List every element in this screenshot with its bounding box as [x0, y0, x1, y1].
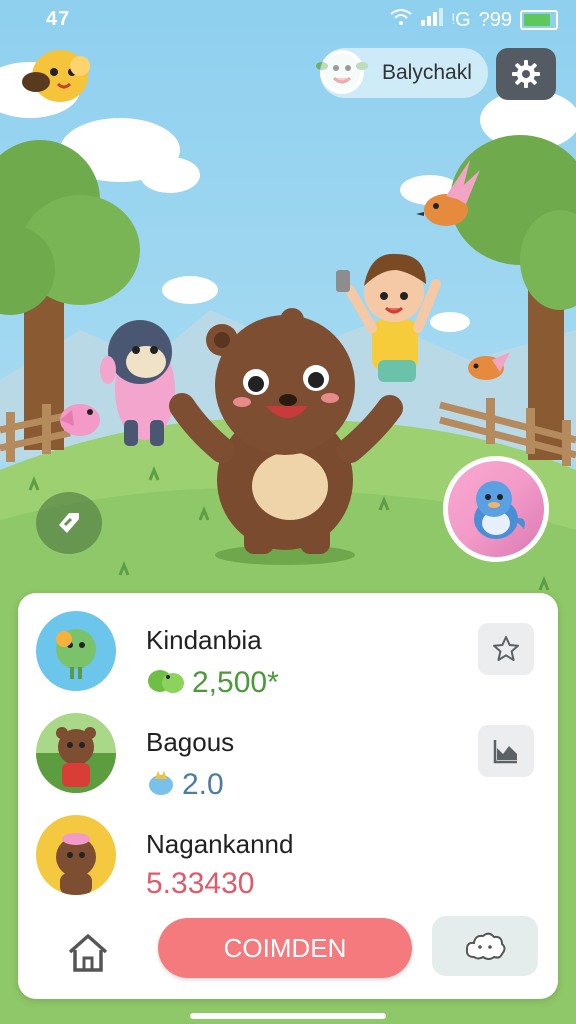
home-icon	[68, 934, 108, 972]
friend-value: 5.33430	[146, 867, 254, 901]
avatar	[36, 815, 116, 895]
avatar	[36, 611, 116, 691]
friend-value-text: 2,500*	[192, 666, 279, 699]
status-bar: 47 ᵎG ?99	[0, 0, 576, 40]
avatar	[36, 713, 116, 793]
signal-icon	[420, 8, 444, 32]
gear-icon	[512, 60, 540, 88]
profile-name: Balychakl	[382, 61, 472, 84]
settings-button[interactable]	[496, 48, 556, 100]
shortcut-button[interactable]	[36, 492, 102, 554]
friend-value-text: 2.0	[182, 768, 224, 801]
friend-value: 2,500*	[146, 663, 279, 703]
friend-value: 2.0	[146, 765, 224, 805]
confirm-button[interactable]: COIMDEN	[158, 918, 412, 978]
list-item[interactable]: Bagous 2.0	[36, 713, 540, 801]
status-icons: ᵎG ?99	[390, 8, 558, 32]
home-indicator	[190, 1013, 386, 1019]
friend-name: Bagous	[146, 727, 235, 757]
wifi-icon	[390, 8, 412, 32]
list-item[interactable]: Nagankannd 5.33430	[36, 815, 540, 901]
star-icon	[493, 636, 519, 661]
melon-icon	[146, 663, 186, 703]
blue-pet-icon	[474, 481, 525, 539]
chart-icon	[493, 740, 517, 764]
battery-text: ?99	[478, 8, 512, 31]
friend-value-text: 5.33430	[146, 867, 255, 900]
favorite-button[interactable]	[478, 623, 534, 675]
battery-icon	[520, 10, 558, 30]
egg-icon	[146, 765, 176, 805]
cloud-icon	[465, 932, 506, 960]
list-item[interactable]: Kindanbia 2,500*	[36, 611, 540, 699]
pet-button[interactable]	[443, 456, 549, 562]
friend-name: Nagankannd	[146, 829, 294, 859]
network-label: ᵎG	[451, 8, 471, 31]
status-time: 47	[46, 8, 71, 30]
tag-arrow-icon	[59, 513, 79, 533]
friend-name: Kindanbia	[146, 625, 262, 655]
stats-button[interactable]	[478, 725, 534, 777]
home-button[interactable]	[48, 924, 128, 982]
cloud-button[interactable]	[432, 916, 538, 976]
profile-pill[interactable]: Balychakl	[320, 48, 488, 98]
